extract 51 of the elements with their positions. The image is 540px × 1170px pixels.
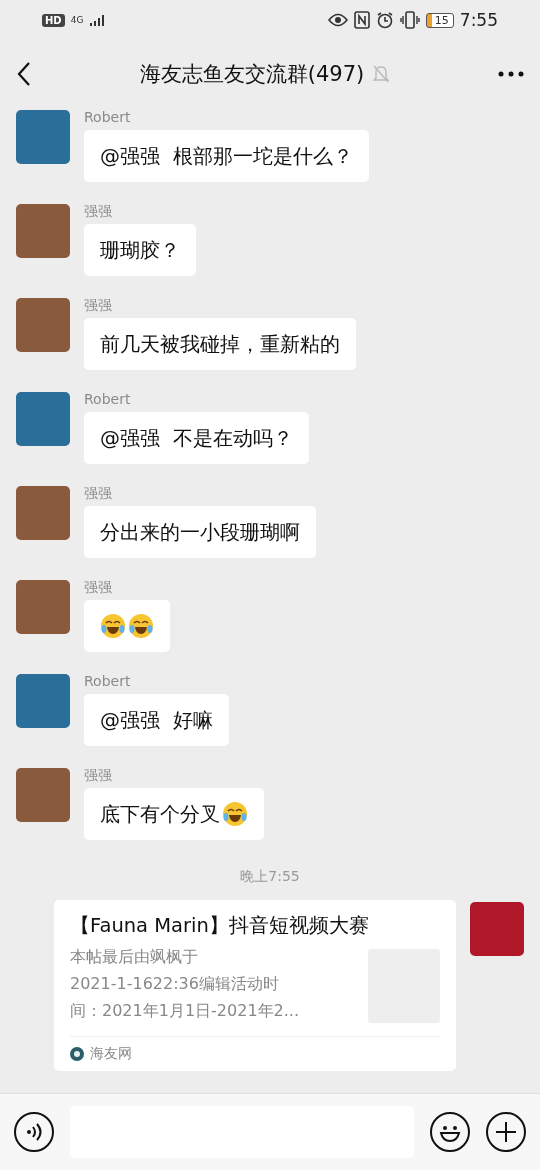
vibrate-icon: [399, 11, 420, 29]
sender-name: Robert: [84, 390, 132, 408]
sender-name: 强强: [84, 202, 113, 220]
laughing-emoji-icon: [128, 613, 154, 639]
site-logo-icon: [70, 1047, 84, 1061]
avatar-photo-placeholder[interactable]: [16, 580, 70, 634]
sound-waves-icon: [25, 1122, 43, 1142]
laughing-emoji-icon: [222, 801, 248, 827]
back-icon[interactable]: [16, 61, 32, 87]
message-bubble: @强强 好嘛: [84, 694, 229, 746]
avatar-photo-placeholder[interactable]: [16, 110, 70, 164]
avatar-photo-placeholder[interactable]: [16, 298, 70, 352]
card-description: 本帖最后由飒枫于: [70, 946, 199, 968]
avatar-photo-placeholder[interactable]: [16, 674, 70, 728]
battery-indicator: 15: [425, 12, 454, 28]
chat-title: 海友志鱼友交流群(497): [139, 61, 365, 88]
message-bubble: @强强 不是在动吗？: [84, 412, 309, 464]
link-card[interactable]: 【Fauna Marin】抖音短视频大赛 本帖最后由飒枫于 2021-1-1622:36编辑活动时 间：2021年1月1日-2021年2... 海友网: [54, 900, 456, 1071]
avatar-photo-placeholder[interactable]: [16, 204, 70, 258]
clock: 7:55: [459, 10, 498, 30]
sender-name: 强强: [84, 484, 113, 502]
message-bubble: 底下有个分叉: [84, 788, 264, 840]
avatar-photo-placeholder[interactable]: [16, 768, 70, 822]
plus-icon: [495, 1121, 517, 1143]
message-bubble: 前几天被我碰掉，重新粘的: [84, 318, 356, 370]
card-description: 2021-1-1622:36编辑活动时: [70, 973, 280, 995]
sender-name: 强强: [84, 766, 113, 784]
message-bubble: 分出来的一小段珊瑚啊: [84, 506, 316, 558]
emoji-button[interactable]: [430, 1112, 470, 1152]
card-description: 间：2021年1月1日-2021年2...: [70, 1000, 300, 1022]
hd-indicator: HD: [42, 13, 65, 27]
card-source: 海友网: [90, 1045, 132, 1063]
alarm-icon: [375, 11, 394, 29]
sender-name: Robert: [84, 672, 132, 690]
avatar-photo-placeholder[interactable]: [16, 392, 70, 446]
timestamp: 晚上7:55: [240, 867, 300, 886]
laughing-emoji-icon: [100, 613, 126, 639]
avatar-photo-placeholder[interactable]: [470, 902, 524, 956]
sender-name: 强强: [84, 578, 113, 596]
plus-button[interactable]: [486, 1112, 526, 1152]
avatar-photo-placeholder[interactable]: [16, 486, 70, 540]
sender-name: Robert: [84, 108, 132, 126]
card-title: 【Fauna Marin】抖音短视频大赛: [70, 913, 370, 939]
message-bubble: @强强 根部那一坨是什么？: [84, 130, 369, 182]
sender-name: 强强: [84, 296, 113, 314]
eye-icon: [327, 13, 348, 27]
nfc-icon: [353, 11, 370, 29]
voice-button[interactable]: [14, 1112, 54, 1152]
more-icon[interactable]: [498, 71, 524, 77]
message-bubble: 珊瑚胶？: [84, 224, 196, 276]
network-type: 4G: [70, 15, 84, 25]
